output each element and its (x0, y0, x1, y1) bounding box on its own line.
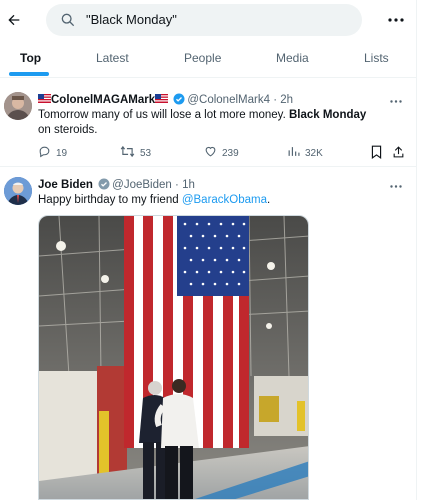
more-icon[interactable] (388, 180, 404, 192)
verified-badge-icon (173, 93, 185, 105)
like-icon (204, 145, 222, 161)
tab-people[interactable]: People (184, 51, 221, 65)
tab-media[interactable]: Media (276, 51, 309, 65)
mention-link[interactable]: @BarackObama (182, 194, 267, 206)
scrollbar-track[interactable] (416, 0, 428, 500)
flag-icon (155, 94, 169, 103)
separator-dot: · (175, 179, 179, 191)
handle[interactable]: @ColonelMark4 (187, 94, 270, 106)
timestamp[interactable]: 2h (280, 94, 293, 106)
tweet-header: Joe Biden @JoeBiden · 1h (38, 178, 195, 191)
display-name[interactable]: Joe Biden (38, 179, 93, 191)
search-icon (60, 12, 76, 28)
search-tabs: Top Latest People Media Lists (0, 40, 416, 78)
tweet-photo[interactable] (38, 215, 309, 500)
share-button[interactable] (392, 143, 410, 163)
tweet-header: ColonelMAGAMark @ColonelMark4 · 2h (38, 93, 293, 106)
like-button[interactable]: 239 (204, 143, 239, 163)
avatar[interactable] (4, 177, 32, 205)
handle[interactable]: @JoeBiden (112, 179, 172, 191)
avatar[interactable] (4, 92, 32, 120)
tweet-actions: 19 53 239 32K (38, 143, 410, 163)
flag-icon (38, 94, 51, 103)
more-icon[interactable] (384, 10, 408, 30)
tab-lists[interactable]: Lists (364, 51, 389, 65)
search-query[interactable]: "Black Monday" (86, 12, 177, 27)
search-header: "Black Monday" (0, 0, 416, 40)
share-icon (392, 145, 410, 162)
repost-button[interactable]: 53 (120, 143, 151, 163)
search-input[interactable]: "Black Monday" (46, 4, 362, 36)
tab-latest[interactable]: Latest (96, 51, 129, 65)
search-highlight: Black Monday (288, 109, 367, 121)
separator-dot: · (273, 94, 278, 106)
bookmark-button[interactable] (370, 143, 388, 163)
active-tab-indicator (9, 72, 49, 76)
verified-badge-icon (98, 178, 110, 190)
display-name[interactable]: ColonelMAGAMark (51, 94, 155, 106)
repost-icon (120, 145, 140, 161)
views-button[interactable]: 32K (287, 143, 323, 163)
tweet[interactable]: ColonelMAGAMark @ColonelMark4 · 2h Tomor… (0, 79, 416, 167)
tweet-text: Tomorrow many of us will lose a lot more… (38, 109, 367, 136)
reply-button[interactable]: 19 (38, 143, 67, 163)
timestamp[interactable]: 1h (182, 179, 195, 191)
back-arrow-icon[interactable] (4, 10, 24, 30)
reply-icon (38, 145, 56, 161)
bookmark-icon (370, 145, 388, 162)
views-icon (287, 145, 305, 161)
tab-top[interactable]: Top (20, 51, 41, 65)
more-icon[interactable] (388, 95, 404, 107)
tweet-text: Happy birthday to my friend @BarackObama… (38, 194, 271, 206)
